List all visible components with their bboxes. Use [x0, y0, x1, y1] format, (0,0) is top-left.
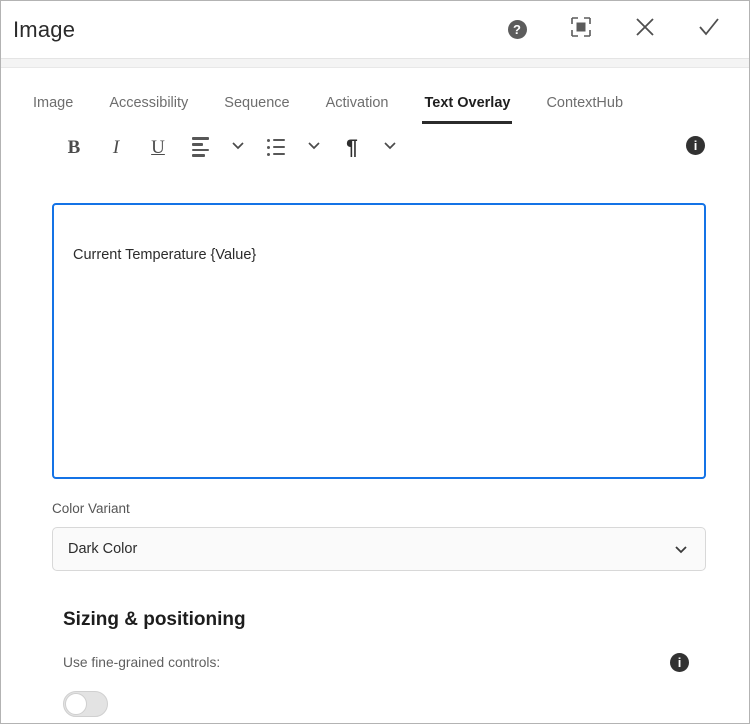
tab-image[interactable]: Image: [15, 95, 91, 124]
header-actions: ?: [485, 8, 749, 52]
chevron-down-icon: [383, 138, 397, 157]
chevron-down-icon: [307, 138, 321, 157]
color-variant-label: Color Variant: [52, 501, 130, 516]
info-icon: i: [670, 653, 689, 672]
fine-grained-info-button[interactable]: i: [670, 653, 689, 672]
check-icon: [697, 15, 721, 44]
sizing-section-title: Sizing & positioning: [63, 609, 246, 631]
image-component-dialog: Image ?: [0, 0, 750, 724]
rte-toolbar: B I U: [1, 124, 749, 170]
tab-text-overlay[interactable]: Text Overlay: [406, 95, 528, 124]
italic-button[interactable]: I: [95, 130, 137, 164]
bullet-list-button[interactable]: [255, 130, 297, 164]
align-left-icon: [192, 137, 209, 156]
list-dropdown-button[interactable]: [297, 130, 331, 164]
tab-contexthub[interactable]: ContextHub: [528, 95, 641, 124]
header-divider: [1, 58, 749, 68]
chevron-down-icon: [231, 138, 245, 157]
confirm-button[interactable]: [677, 8, 741, 52]
page-title: Image: [1, 17, 75, 43]
text-overlay-editor[interactable]: Current Temperature {Value}: [52, 203, 706, 479]
help-icon: ?: [508, 20, 527, 39]
chevron-down-icon: [673, 541, 705, 557]
tab-bar: Image Accessibility Sequence Activation …: [1, 68, 749, 124]
italic-icon: I: [113, 138, 119, 157]
fullscreen-button[interactable]: [549, 8, 613, 52]
close-icon: [634, 16, 656, 43]
editor-content[interactable]: Current Temperature {Value}: [54, 205, 704, 265]
tab-activation[interactable]: Activation: [308, 95, 407, 124]
fine-grained-controls-label: Use fine-grained controls:: [63, 655, 220, 670]
underline-icon: U: [151, 138, 165, 157]
bold-icon: B: [68, 138, 81, 157]
close-button[interactable]: [613, 8, 677, 52]
pilcrow-icon: ¶: [346, 137, 358, 158]
fullscreen-icon: [571, 17, 591, 42]
help-button[interactable]: ?: [485, 8, 549, 52]
bulleted-list-icon: [267, 139, 285, 156]
color-variant-select[interactable]: Dark Color: [52, 527, 706, 571]
align-dropdown-button[interactable]: [221, 130, 255, 164]
paragraph-dropdown-button[interactable]: [373, 130, 407, 164]
paragraph-format-button[interactable]: ¶: [331, 130, 373, 164]
toggle-knob: [65, 693, 87, 715]
tab-sequence[interactable]: Sequence: [206, 95, 307, 124]
rte-info-button[interactable]: i: [686, 136, 705, 155]
info-icon: i: [686, 136, 705, 155]
dialog-header: Image ?: [1, 1, 749, 58]
fine-grained-controls-toggle[interactable]: [63, 691, 108, 717]
underline-button[interactable]: U: [137, 130, 179, 164]
tab-accessibility[interactable]: Accessibility: [91, 95, 206, 124]
align-button[interactable]: [179, 130, 221, 164]
color-variant-value: Dark Color: [53, 541, 137, 557]
bold-button[interactable]: B: [53, 130, 95, 164]
